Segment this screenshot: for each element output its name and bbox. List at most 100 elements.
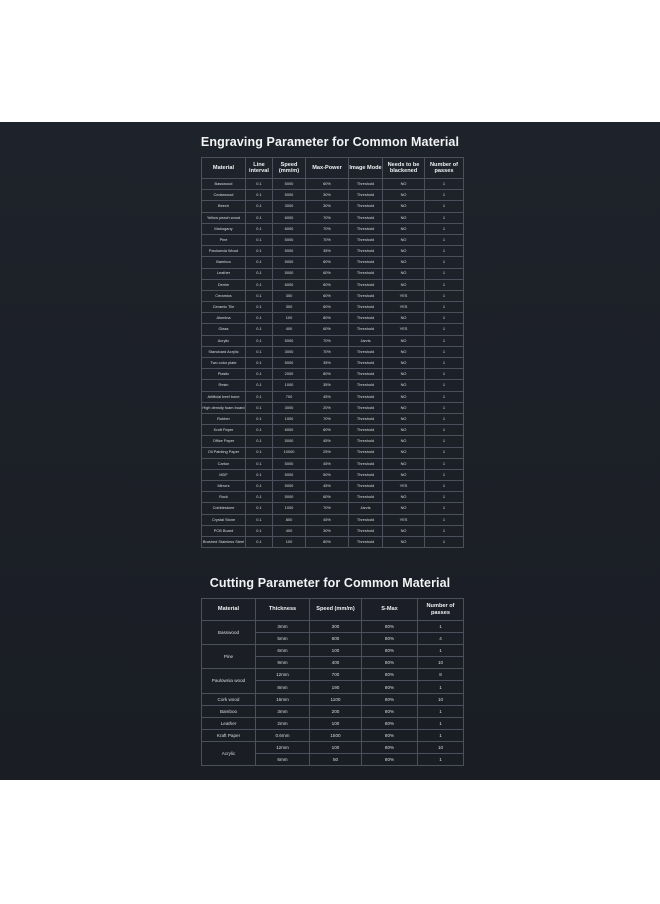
material-cell: Office Paper: [201, 435, 246, 448]
cutting-title: Cutting Parameter for Common Material: [209, 576, 451, 590]
value-cell: NO: [382, 222, 425, 235]
material-cell: Paulownia wood: [201, 668, 256, 694]
value-cell: 5000: [272, 468, 306, 482]
value-cell: 1: [424, 513, 464, 526]
value-cell: NO: [382, 189, 425, 202]
value-cell: 1: [424, 233, 464, 247]
material-cell: Brushed Stainless Steel: [201, 535, 246, 549]
engraving-title: Engraving Parameter for Common Material: [200, 135, 460, 149]
material-cell: MDF: [201, 468, 246, 482]
value-cell: 300: [309, 619, 362, 634]
value-cell: YES: [382, 323, 425, 336]
value-cell: 60%: [305, 278, 349, 291]
value-cell: 600: [309, 632, 362, 646]
value-cell: 80%: [361, 704, 418, 718]
table-row: Basswood 3mm 300 80% 1: [201, 619, 464, 646]
value-cell: 1000: [272, 379, 306, 392]
value-cell: NO: [382, 211, 425, 224]
material-cell: Two color plate: [201, 356, 246, 370]
value-cell: 100: [309, 644, 362, 658]
material-cell: High density foam board: [201, 401, 246, 414]
value-cell: NO: [382, 401, 425, 414]
value-cell: 70%: [305, 334, 349, 347]
value-cell: 300: [272, 301, 306, 314]
table-row: Pine 6mm 100 80% 1: [201, 644, 464, 670]
table-row: Ceramic Tile 0.1 300 60% Threshold YES 1: [201, 301, 464, 314]
value-cell: 0.1: [245, 356, 273, 370]
value-cell: NO: [382, 468, 425, 482]
material-cell: Glass: [201, 323, 246, 336]
table-row: Paulownia wood 12mm 700 80% 8: [201, 668, 464, 694]
value-cell: 60%: [305, 301, 349, 314]
value-cell: Threshold: [348, 491, 383, 504]
value-cell: 3000: [272, 200, 306, 213]
value-cell: 10: [417, 656, 464, 670]
value-cell: NO: [382, 412, 425, 426]
value-cell: 1: [417, 753, 464, 767]
table-row: Rock 0.1 5000 60% Threshold NO 1: [201, 491, 464, 504]
value-cell: 1: [424, 356, 464, 370]
value-cell: 0.1: [245, 189, 273, 202]
value-cell: 5000: [272, 457, 306, 470]
engraving-table: Material Line interval Speed (mm/m) Max-Pow…: [201, 157, 464, 549]
value-cell: 1000: [272, 502, 306, 515]
value-cell: 1: [424, 502, 464, 515]
value-cell: NO: [382, 502, 425, 515]
material-cell: Basswood: [201, 177, 246, 191]
table-row: Plastic 0.1 2000 80% Threshold NO 1: [201, 368, 464, 381]
value-cell: 80%: [361, 716, 418, 730]
table-row: Artificial beef bone 0.1 700 45% Threshold NO…: [201, 390, 464, 403]
value-cell: 2mm: [255, 716, 310, 730]
table-row: Bamboo 0.1 5000 60% Threshold NO 1: [201, 256, 464, 269]
table-row: Kraft Paper 0.1 6000 60% Threshold NO 1: [201, 424, 464, 437]
value-cell: Threshold: [348, 468, 383, 482]
cutting-header-row: Material Thickness Speed (mm/m) S-Max Number…: [201, 598, 464, 621]
value-cell: 30%: [305, 524, 349, 538]
engraving-header-cell: Image Mode: [348, 157, 383, 179]
value-cell: 1: [424, 457, 464, 470]
value-cell: 0.1: [245, 524, 273, 538]
value-cell: Threshold: [348, 278, 383, 291]
value-cell: NO: [382, 334, 425, 347]
value-cell: Threshold: [348, 312, 383, 325]
value-cell: 80%: [305, 312, 349, 325]
value-cell: 35%: [305, 356, 349, 370]
value-cell: 190: [309, 680, 362, 694]
value-cell: 35%: [305, 379, 349, 392]
value-cell: 0.1: [245, 401, 273, 414]
value-cell: 70%: [305, 345, 349, 359]
value-cell: 6000: [272, 211, 306, 224]
value-cell: Threshold: [348, 301, 383, 314]
material-cell: Crystal Stone: [201, 513, 246, 526]
cutting-header-cell: Thickness: [255, 598, 310, 621]
value-cell: Jarvis: [348, 502, 383, 515]
value-cell: NO: [382, 312, 425, 325]
material-cell: Paulownia Wood: [201, 245, 246, 258]
table-row: Basswood 0.1 5000 60% Threshold NO 1: [201, 177, 464, 191]
value-cell: 0.1: [245, 278, 273, 291]
material-cell: Yellow peach wood: [201, 211, 246, 224]
value-cell: 80%: [361, 728, 418, 742]
material-cell: Bamboo: [201, 256, 246, 269]
value-cell: Threshold: [348, 480, 383, 493]
table-row: Glass 0.1 400 60% Threshold YES 1: [201, 323, 464, 336]
value-cell: 1: [424, 435, 464, 448]
value-cell: 0.1: [245, 200, 273, 213]
table-row: Cork wood 16mm 1100 80% 10: [201, 692, 464, 706]
material-cell: Rock: [201, 491, 246, 504]
engraving-header-cell: Material: [201, 157, 246, 179]
value-cell: 1100: [309, 692, 362, 706]
material-cell: Alumina: [201, 312, 246, 325]
table-row: Brushed Stainless Steel 0.1 100 80% Threshol…: [201, 535, 464, 549]
value-cell: 80%: [361, 680, 418, 694]
table-row: Yellow peach wood 0.1 6000 70% Threshold NO 1: [201, 211, 464, 224]
value-cell: 0.1: [245, 457, 273, 470]
value-cell: 1: [417, 728, 464, 742]
value-cell: 0.1: [245, 256, 273, 269]
value-cell: NO: [382, 256, 425, 269]
value-cell: 45%: [305, 480, 349, 493]
value-cell: NO: [382, 535, 425, 549]
value-cell: 20%: [305, 401, 349, 414]
material-cell: Acrylic: [201, 740, 256, 767]
value-cell: 0.1: [245, 513, 273, 526]
